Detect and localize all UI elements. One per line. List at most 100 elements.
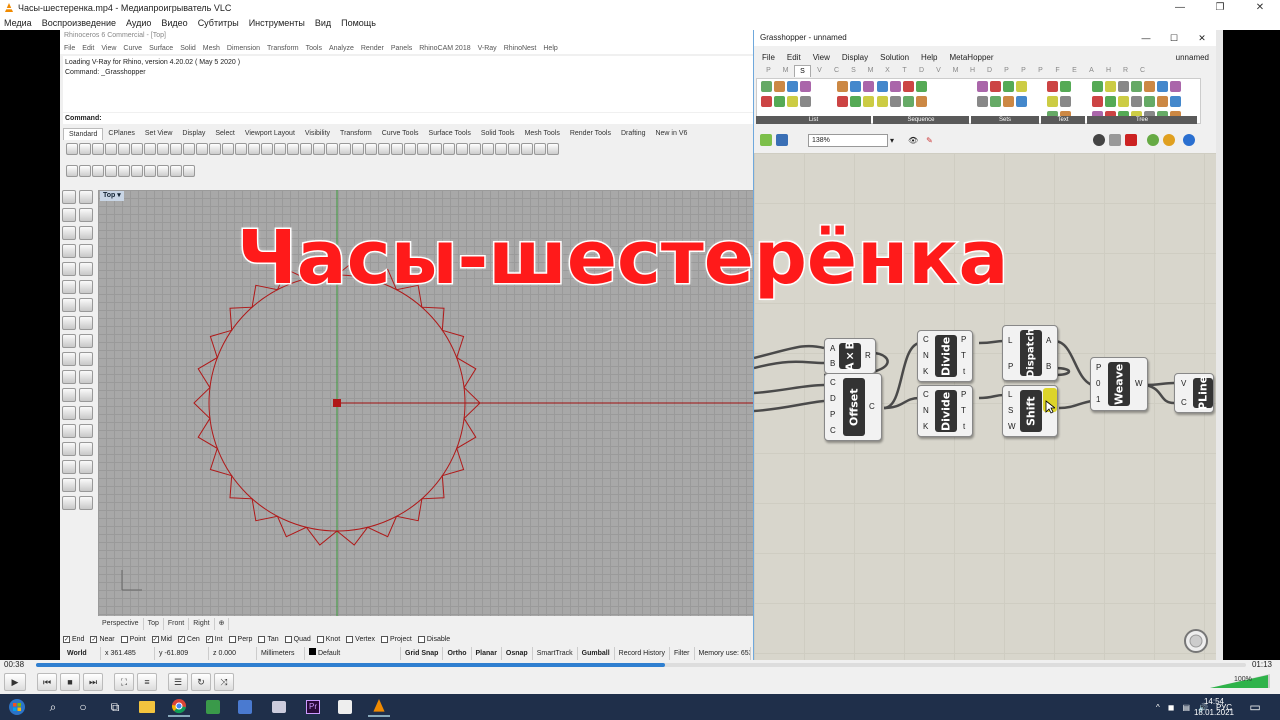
rhino-menu-item[interactable]: V-Ray [478, 45, 497, 52]
rhino-menu-item[interactable]: Tools [306, 45, 322, 52]
rhino-menu-item[interactable]: RhinoNest [504, 45, 537, 52]
menu-view[interactable]: Вид [315, 18, 331, 28]
gh-menu-metahopper[interactable]: MetaHopper [950, 53, 994, 62]
gh-component-icon[interactable] [850, 81, 861, 92]
output-pin[interactable]: A [1046, 336, 1051, 345]
menu-playback[interactable]: Воспроизведение [42, 18, 116, 28]
input-pin[interactable]: 0 [1096, 379, 1100, 388]
extended-settings-button[interactable]: ≡ [137, 673, 157, 691]
loop-button[interactable]: ↻ [191, 673, 211, 691]
toolbar-tool-icon[interactable] [378, 143, 390, 155]
modeling-tool-icon[interactable] [62, 316, 76, 330]
gh-component-icon[interactable] [1131, 81, 1142, 92]
toolbar-tab[interactable]: Render Tools [565, 128, 616, 140]
gh-component-icon[interactable] [800, 81, 811, 92]
modeling-tool-icon[interactable] [79, 424, 93, 438]
output-pin[interactable]: t [963, 367, 965, 376]
gh-component-icon[interactable] [1157, 81, 1168, 92]
tray-arrow-icon[interactable]: ^ [1156, 703, 1160, 712]
toolbar-tab[interactable]: Standard [63, 128, 104, 140]
modeling-tool-icon[interactable] [62, 208, 76, 222]
modeling-tool-icon[interactable] [79, 442, 93, 456]
gh-component-icon[interactable] [1003, 81, 1014, 92]
toolbar-tool-icon[interactable] [352, 143, 364, 155]
toolbar-tab[interactable]: CPlanes [103, 128, 139, 140]
gh-component-icon[interactable] [1016, 81, 1027, 92]
search-icon[interactable]: ⌕ [42, 697, 64, 717]
input-pin[interactable]: L [1008, 336, 1012, 345]
stop-button[interactable]: ■ [60, 673, 80, 691]
osnap-checkbox[interactable]: Disable [417, 635, 450, 643]
gh-tab[interactable]: V [811, 65, 828, 77]
toolbar-tab[interactable]: Set View [140, 128, 178, 140]
output-pin[interactable]: t [963, 422, 965, 431]
gh-component-icon[interactable] [1105, 81, 1116, 92]
output-pin[interactable]: C [869, 402, 875, 411]
vlc-taskbar-icon[interactable] [368, 697, 390, 717]
menu-help[interactable]: Помощь [341, 18, 376, 28]
menu-subtitles[interactable]: Субтитры [198, 18, 239, 28]
osnap-checkbox[interactable]: Vertex [346, 635, 375, 643]
gh-maximize-button[interactable]: ☐ [1160, 30, 1188, 46]
units-label[interactable]: Millimeters [257, 647, 305, 660]
gh-component-icon[interactable] [877, 96, 888, 107]
gh-menu-solution[interactable]: Solution [880, 53, 909, 62]
gh-menu-display[interactable]: Display [842, 53, 868, 62]
input-pin[interactable]: K [923, 367, 928, 376]
modeling-tool-icon[interactable] [79, 280, 93, 294]
seek-slider[interactable] [36, 663, 1246, 667]
osnap-checkbox[interactable]: Knot [316, 635, 340, 643]
rhino-app-icon[interactable] [334, 697, 356, 717]
ortho-toggle[interactable]: Ortho [443, 647, 472, 660]
osnap-checkbox[interactable]: ✓ Near [90, 635, 115, 643]
toolbar-tool-icon[interactable] [365, 143, 377, 155]
osnap-checkbox[interactable]: Project [381, 635, 412, 643]
gh-tab[interactable]: D [981, 65, 998, 77]
gh-component-icon[interactable] [916, 96, 927, 107]
toolbar-tab[interactable]: New in V6 [650, 128, 692, 140]
cortana-icon[interactable]: ○ [72, 697, 94, 717]
toolbar-tool-icon[interactable] [495, 143, 507, 155]
modeling-tool-icon[interactable] [62, 334, 76, 348]
input-pin[interactable]: N [923, 351, 929, 360]
gh-tab[interactable]: P [1032, 65, 1049, 77]
shaded-preview-icon[interactable] [1162, 134, 1175, 146]
modeling-tool-icon[interactable] [62, 388, 76, 402]
rhino-menu-item[interactable]: Solid [180, 45, 196, 52]
gh-component-icon[interactable] [1105, 96, 1116, 107]
fullscreen-button[interactable]: ⛶ [114, 673, 134, 691]
gh-component-icon[interactable] [1003, 96, 1014, 107]
modeling-tool-icon[interactable] [62, 226, 76, 240]
gumball-toggle[interactable]: Gumball [578, 647, 615, 660]
menu-tools[interactable]: Инструменты [249, 18, 305, 28]
preview-icon[interactable]: 👁 [908, 136, 918, 145]
gh-menu-view[interactable]: View [813, 53, 830, 62]
output-pin[interactable]: B [1046, 362, 1051, 371]
modeling-tool-icon[interactable] [79, 406, 93, 420]
tab-top[interactable]: Top [144, 618, 164, 630]
toolbar-tool-icon[interactable] [118, 165, 130, 177]
gh-menu-help[interactable]: Help [921, 53, 937, 62]
gh-tab[interactable]: E [1066, 65, 1083, 77]
premiere-icon[interactable]: Pr [302, 697, 324, 717]
toolbar-tool-icon[interactable] [339, 143, 351, 155]
rhino-menu-item[interactable]: Mesh [203, 45, 220, 52]
gh-menu-file[interactable]: File [762, 53, 775, 62]
input-pin[interactable]: L [1008, 390, 1012, 399]
zoom-field[interactable]: 138% [808, 133, 888, 147]
gh-component-icon[interactable] [1170, 81, 1181, 92]
gh-tab[interactable]: X [879, 65, 896, 77]
start-button[interactable] [6, 697, 28, 717]
gh-minimize-button[interactable]: — [1132, 30, 1160, 46]
gh-component-icon[interactable] [977, 81, 988, 92]
modeling-tool-icon[interactable] [62, 478, 76, 492]
gh-component-icon[interactable] [1092, 81, 1103, 92]
gh-component-pline[interactable]: V C PLine [1174, 373, 1214, 413]
toolbar-tab[interactable]: Display [177, 128, 210, 140]
next-button[interactable]: ⏭ [83, 673, 103, 691]
gh-component-icon[interactable] [890, 81, 901, 92]
toolbar-tool-icon[interactable] [209, 143, 221, 155]
command-prompt[interactable]: Command: [63, 113, 753, 124]
panel-tree[interactable]: Tree [1087, 116, 1197, 124]
toolbar-tool-icon[interactable] [482, 143, 494, 155]
